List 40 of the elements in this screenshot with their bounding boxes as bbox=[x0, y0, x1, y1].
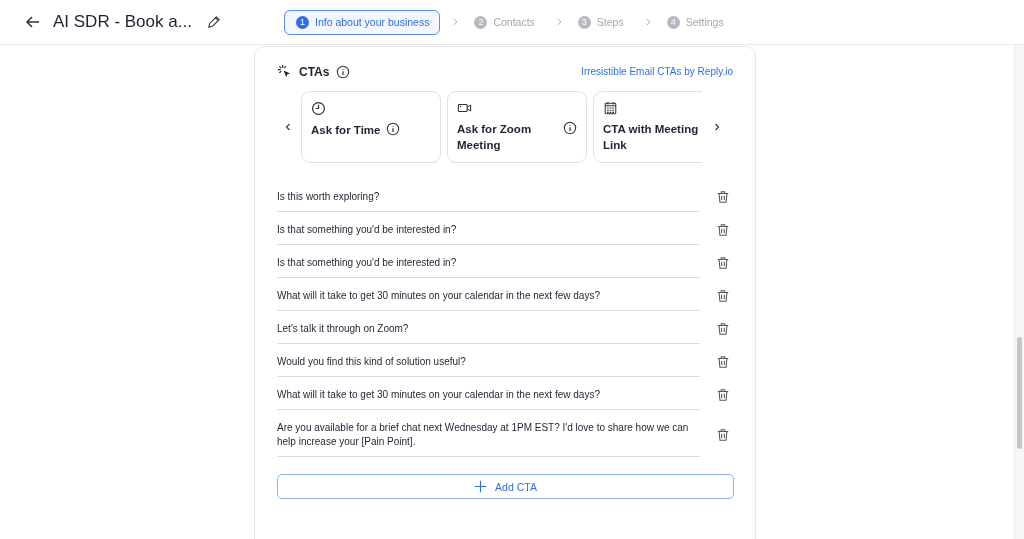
trash-icon[interactable] bbox=[716, 321, 730, 336]
cta-type-card[interactable]: Ask for Zoom Meeting bbox=[447, 91, 587, 163]
trash-icon[interactable] bbox=[716, 387, 730, 402]
cursor-click-icon bbox=[277, 64, 292, 79]
step-tab[interactable]: 1 Info about your business bbox=[284, 9, 441, 35]
trash-icon[interactable] bbox=[716, 189, 730, 204]
trash-icon[interactable] bbox=[716, 222, 730, 237]
info-icon[interactable] bbox=[336, 64, 351, 79]
calendar-icon bbox=[603, 101, 618, 115]
chevron-left-icon[interactable] bbox=[283, 122, 293, 132]
cta-field[interactable]: What will it take to get 30 minutes on your calendar in the next few days? bbox=[277, 278, 700, 311]
add-cta-button[interactable]: Add CTA bbox=[277, 474, 734, 499]
pencil-icon[interactable] bbox=[205, 14, 221, 30]
page-title: AI SDR - Book a... bbox=[53, 12, 192, 32]
scrollbar-thumb[interactable] bbox=[1017, 337, 1022, 449]
cta-field[interactable]: Is that something you'd be interested in? bbox=[277, 245, 700, 278]
cta-type-card[interactable]: CTA with Meeting Link bbox=[593, 91, 702, 163]
info-icon[interactable] bbox=[563, 121, 577, 135]
card-title: CTA with Meeting Link bbox=[603, 122, 700, 153]
cta-field[interactable]: Is this worth exploring? bbox=[277, 179, 700, 212]
card-title: Ask for Time bbox=[311, 123, 381, 138]
info-icon[interactable] bbox=[386, 122, 401, 136]
clock-icon bbox=[311, 101, 326, 116]
cta-field[interactable]: Would you find this kind of solution useful? bbox=[277, 344, 700, 377]
cta-field[interactable]: Let's talk it through on Zoom? bbox=[277, 311, 700, 344]
back-arrow-icon[interactable] bbox=[25, 14, 41, 30]
cta-field[interactable]: Are you available for a brief chat next Wednesday at 1PM EST? I'd love to share how we can help increase your [Pain Point]. bbox=[277, 410, 700, 457]
trash-icon[interactable] bbox=[716, 427, 730, 442]
card-title: Ask for Zoom Meeting bbox=[457, 122, 533, 153]
cta-field[interactable]: What will it take to get 30 minutes on your calendar in the next few days? bbox=[277, 377, 700, 410]
trash-icon[interactable] bbox=[716, 255, 730, 270]
reference-link[interactable]: Irresistible Email CTAs by Reply.io bbox=[581, 66, 733, 77]
section-title: CTAs bbox=[299, 64, 330, 79]
chevron-right-icon[interactable] bbox=[712, 122, 722, 132]
video-camera-icon bbox=[457, 101, 472, 115]
trash-icon[interactable] bbox=[716, 288, 730, 303]
cta-field[interactable]: Is that something you'd be interested in? bbox=[277, 212, 700, 245]
plus-icon bbox=[474, 480, 488, 493]
cta-type-card[interactable]: Ask for Time bbox=[301, 91, 441, 163]
trash-icon[interactable] bbox=[716, 354, 730, 369]
